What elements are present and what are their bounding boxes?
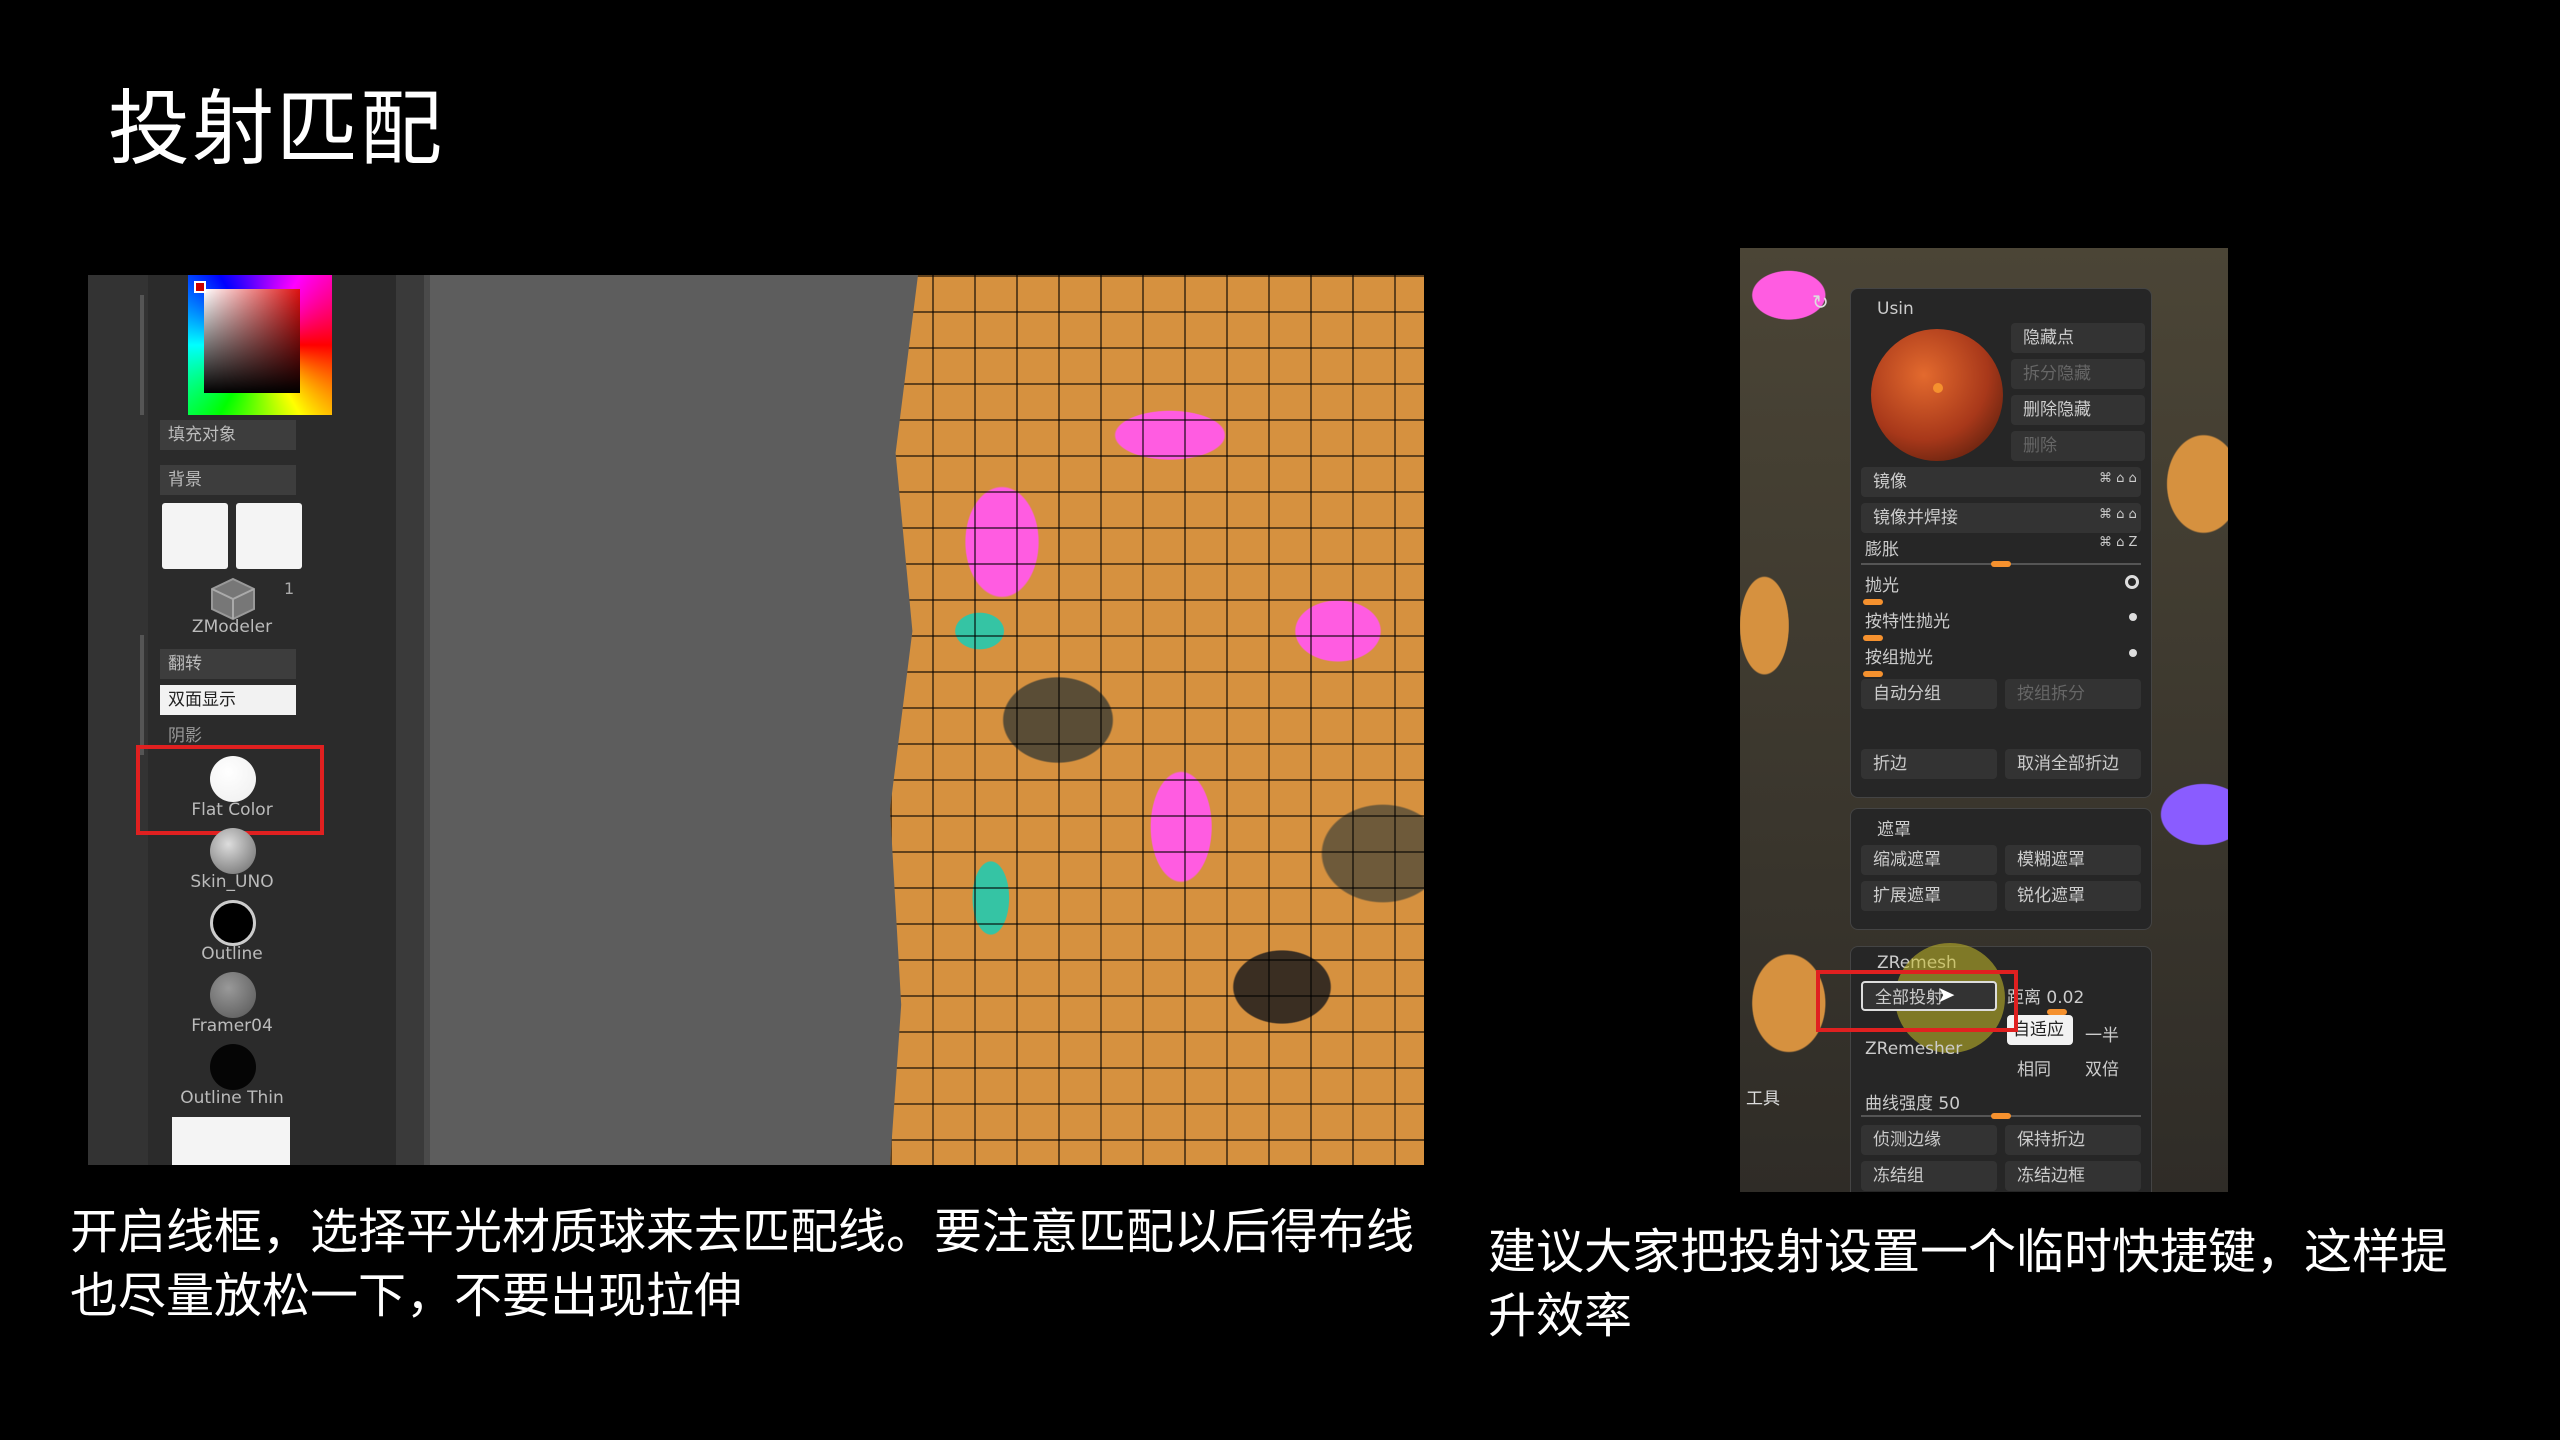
polish-by-groups-label: 按组抛光 [1865, 648, 1933, 668]
double-toggle[interactable]: 双倍 [2085, 1055, 2119, 1080]
material-sphere-preview[interactable] [1871, 329, 2003, 461]
slide-title: 投射匹配 [108, 82, 445, 177]
uncrease-all-button[interactable]: 取消全部折边 [2005, 749, 2141, 779]
material-ball-icon [210, 972, 256, 1018]
tool-side-label: 工具 [1746, 1089, 1780, 1109]
strip-tick [140, 295, 144, 415]
zmodeler-tool-icon[interactable] [208, 577, 258, 621]
curve-strength-handle[interactable] [1991, 1113, 2011, 1119]
color-picker-handle[interactable] [194, 281, 206, 293]
material-name: Skin_UNO [190, 872, 274, 892]
shrink-mask-button[interactable]: 缩减遮罩 [1861, 845, 1997, 875]
highlight-box [1816, 970, 2018, 1032]
mirror-weld-axis-icons[interactable]: ⌘ ⌂ ⌂ [2099, 507, 2137, 522]
zremesher-button[interactable]: ZRemesher [1865, 1039, 1962, 1059]
left-screenshot: 填充对象 背景 1 ZModeler 翻转 双面显示 阴影 Flat Color… [88, 275, 1424, 1165]
flip-button[interactable]: 翻转 [160, 649, 296, 679]
masking-title: 遮罩 [1877, 820, 1911, 840]
color-picker[interactable] [188, 275, 332, 415]
double-sided-toggle[interactable]: 双面显示 [160, 685, 296, 715]
material-ball-icon [210, 828, 256, 874]
delete-hidden-button[interactable]: 删除隐藏 [2011, 395, 2145, 425]
auto-group-button[interactable]: 自动分组 [1861, 679, 1997, 709]
same-toggle[interactable]: 相同 [2017, 1055, 2051, 1080]
material-name: Outline [201, 944, 263, 964]
detect-edges-button[interactable]: 侦测边缘 [1861, 1125, 1997, 1155]
distance-value[interactable]: 距离 0.02 [2007, 983, 2084, 1008]
shadow-label: 阴影 [168, 726, 202, 746]
fill-object-button[interactable]: 填充对象 [160, 420, 296, 450]
half-toggle[interactable]: 一半 [2085, 1021, 2119, 1046]
blur-mask-button[interactable]: 模糊遮罩 [2005, 845, 2141, 875]
3d-viewport[interactable] [430, 275, 1424, 1165]
material-framer04[interactable]: Framer04 [160, 966, 304, 1038]
inflate-slider-handle[interactable] [1991, 561, 2011, 567]
inflate-axis-icons[interactable]: ⌘ ⌂ Z [2099, 535, 2137, 550]
delete-button[interactable]: 删除 [2011, 431, 2145, 461]
deformation-panel: Usin 隐藏点 拆分隐藏 删除隐藏 删除 镜像 ⌘ ⌂ ⌂ 镜像并焊接 ⌘ ⌂… [1850, 288, 2152, 798]
material-outline-thin[interactable]: Outline Thin [160, 1038, 304, 1110]
keep-creases-button[interactable]: 保持折边 [2005, 1125, 2141, 1155]
mirror-axis-icons[interactable]: ⌘ ⌂ ⌂ [2099, 471, 2137, 486]
grow-mask-button[interactable]: 扩展遮罩 [1861, 881, 1997, 911]
tool-name: ZModeler [191, 617, 273, 637]
strip-tick [140, 635, 144, 755]
material-skin-uno[interactable]: Skin_UNO [160, 822, 304, 894]
color-picker-square[interactable] [204, 289, 300, 393]
polish-slider-handle[interactable] [1863, 599, 1883, 605]
polish-label: 抛光 [1865, 576, 1899, 596]
panel-divider [396, 275, 424, 1165]
polish-features-dot-icon[interactable] [2129, 613, 2137, 621]
polish-features-slider-handle[interactable] [1863, 635, 1883, 641]
secondary-color-swatch[interactable] [236, 503, 302, 569]
freeze-groups-button[interactable]: 冻结组 [1861, 1161, 1997, 1191]
split-by-groups-button[interactable]: 按组拆分 [2005, 679, 2141, 709]
polish-by-features-label: 按特性抛光 [1865, 612, 1950, 632]
sharpen-mask-button[interactable]: 锐化遮罩 [2005, 881, 2141, 911]
polish-groups-dot-icon[interactable] [2129, 649, 2137, 657]
main-color-swatch[interactable] [162, 503, 228, 569]
hide-points-button[interactable]: 隐藏点 [2011, 323, 2145, 353]
caption-right: 建议大家把投射设置一个临时快捷键，这样提升效率 [1488, 1224, 2449, 1344]
material-ball-icon [210, 1044, 256, 1090]
material-name: Outline Thin [180, 1088, 284, 1108]
wireframe-overlay [890, 275, 1424, 1165]
camo-jacket-mesh [890, 275, 1424, 1165]
background-button[interactable]: 背景 [160, 465, 296, 495]
material-outline[interactable]: Outline [160, 894, 304, 966]
refresh-icon[interactable]: ↻ [1812, 290, 1829, 314]
split-hidden-button[interactable]: 拆分隐藏 [2011, 359, 2145, 389]
caption-left: 开启线框，选择平光材质球来去匹配线。要注意匹配以后得布线也尽量放松一下，不要出现… [70, 1204, 1415, 1324]
masking-panel: 遮罩 缩减遮罩 模糊遮罩 扩展遮罩 锐化遮罩 [1850, 808, 2152, 930]
panel-header: Usin [1877, 299, 1914, 319]
polish-ring-icon[interactable] [2125, 575, 2139, 589]
material-ball-icon [210, 900, 256, 946]
freeze-borders-button[interactable]: 冻结边框 [2005, 1161, 2141, 1191]
inflate-label: 膨胀 [1865, 540, 1899, 560]
color-swatch-bottom[interactable] [172, 1117, 290, 1165]
crease-button[interactable]: 折边 [1861, 749, 1997, 779]
material-name: Framer04 [191, 1016, 273, 1036]
right-screenshot: ↻ Usin 隐藏点 拆分隐藏 删除隐藏 删除 镜像 ⌘ ⌂ ⌂ 镜像并焊接 ⌘… [1740, 248, 2228, 1192]
sphere-marker [1933, 383, 1943, 393]
left-tool-strip [88, 275, 148, 1165]
polish-groups-slider-handle[interactable] [1863, 671, 1883, 677]
curve-strength-slider[interactable]: 曲线强度 50 [1865, 1089, 1960, 1114]
tool-count: 1 [284, 579, 295, 598]
